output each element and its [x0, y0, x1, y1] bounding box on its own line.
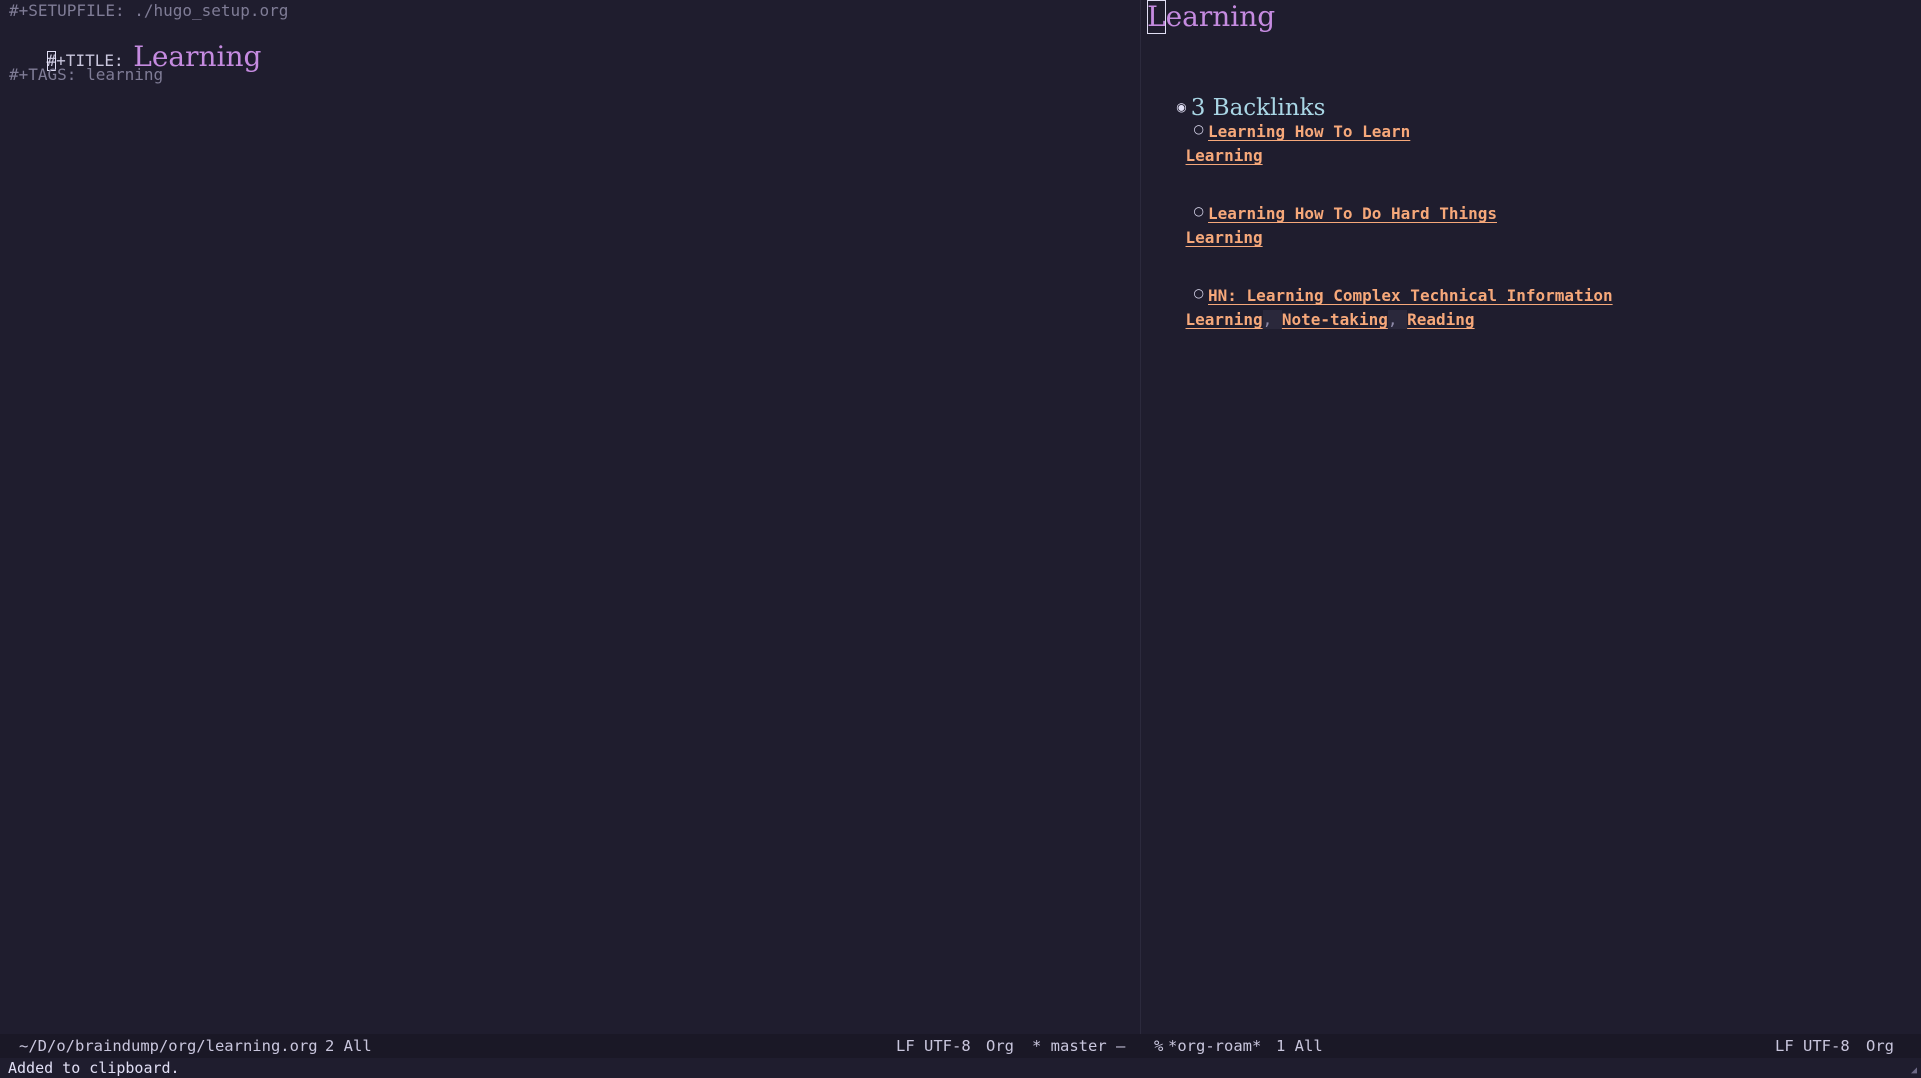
- text-cursor: L: [1147, 0, 1166, 34]
- modeline: ~/D/o/braindump/org/learning.org 2 All L…: [0, 1034, 1921, 1058]
- tag-spacer: [1272, 310, 1282, 329]
- tags-line: #+TAGS: learning: [9, 65, 164, 84]
- backlink-tags: Learning: [1147, 126, 1263, 186]
- tag-spacer: [1397, 310, 1408, 329]
- resize-corner-icon: ◢: [1910, 1065, 1917, 1076]
- roam-node-title-text: earning: [1165, 0, 1276, 33]
- modeline-file-path[interactable]: ~/D/o/braindump/org/learning.org: [19, 1034, 318, 1058]
- modeline-separator: –: [1116, 1037, 1126, 1055]
- tag-link[interactable]: Note-taking: [1282, 310, 1388, 329]
- setupfile-line: #+SETUPFILE: ./hugo_setup.org: [9, 1, 289, 20]
- modeline-position: 1 All: [1276, 1037, 1323, 1055]
- org-roam-pane[interactable]: Learning ◉ 3 Backlinks ○ Learning How To L…: [1141, 0, 1921, 1034]
- modeline-position: 2 All: [325, 1037, 372, 1055]
- tag-separator: ,: [1262, 310, 1273, 329]
- tag-link[interactable]: Learning: [1186, 228, 1263, 247]
- tag-link[interactable]: Reading: [1407, 310, 1474, 329]
- tag-link[interactable]: Learning: [1186, 310, 1263, 329]
- modeline-encoding[interactable]: LF UTF-8: [1775, 1034, 1850, 1058]
- modeline-buffer-name[interactable]: *org-roam*: [1168, 1034, 1261, 1058]
- left-editor-pane[interactable]: #+SETUPFILE: ./hugo_setup.org #+TITLE: L…: [0, 0, 1140, 1034]
- roam-node-title: Learning: [1147, 0, 1275, 34]
- backlink-tags: Learning: [1147, 208, 1263, 268]
- tag-link[interactable]: Learning: [1186, 146, 1263, 165]
- modeline-major-mode[interactable]: Org: [986, 1034, 1014, 1058]
- backlink-tags: Learning, Note-taking, Reading: [1147, 290, 1475, 350]
- modeline-vc-branch[interactable]: * master: [1032, 1034, 1107, 1058]
- modeline-buffer-state: %: [1154, 1037, 1164, 1055]
- modeline-major-mode[interactable]: Org: [1866, 1034, 1894, 1058]
- echo-area-message: Added to clipboard.: [8, 1059, 180, 1077]
- modeline-encoding[interactable]: LF UTF-8: [896, 1034, 971, 1058]
